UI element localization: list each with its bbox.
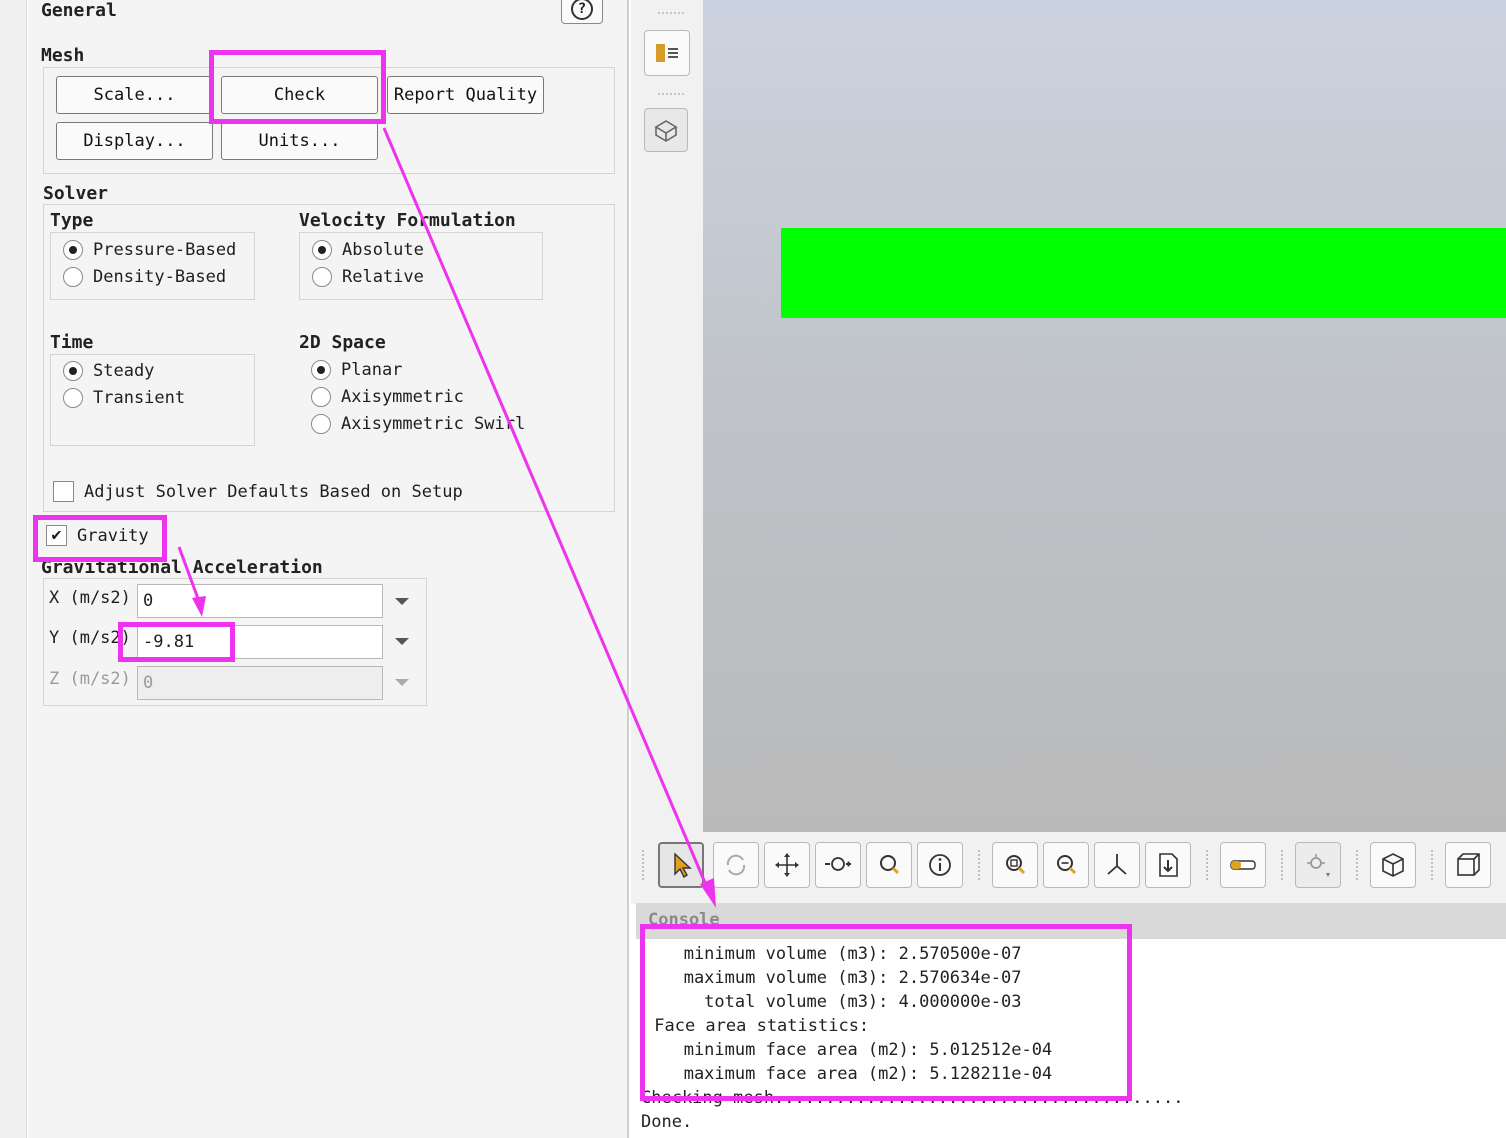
radio-steady[interactable]: Steady: [63, 361, 154, 381]
radio-label: Pressure-Based: [93, 240, 237, 260]
select-button[interactable]: [658, 842, 704, 888]
toolbar-grip: [1356, 850, 1360, 880]
toolbar-grip: [1281, 850, 1285, 880]
mesh-title: Mesh: [41, 45, 85, 66]
radio-indicator[interactable]: [311, 360, 331, 380]
pan-icon: [775, 853, 799, 877]
toolbar-grip: [658, 12, 684, 18]
ruler-button[interactable]: [1220, 842, 1266, 888]
radio-indicator[interactable]: [63, 240, 83, 260]
z-accel-input: 0: [137, 666, 383, 700]
toolbar-grip: [642, 850, 646, 880]
zoom-box-button[interactable]: [1043, 842, 1089, 888]
radio-indicator[interactable]: [311, 387, 331, 407]
highlight-check-button: [209, 50, 386, 124]
highlight-console-output: [640, 924, 1132, 1101]
zoom-to-fit-icon: [1006, 855, 1026, 875]
time-label: Time: [50, 332, 94, 353]
radio-label: Density-Based: [93, 267, 227, 287]
zoom-box-icon: [1057, 855, 1077, 875]
mesh-display-button[interactable]: [644, 108, 688, 152]
radio-indicator[interactable]: [312, 267, 332, 287]
mesh-domain-shape: [781, 228, 1506, 318]
probe-info-icon: [929, 854, 951, 876]
radio-indicator[interactable]: [312, 240, 332, 260]
radio-label: Absolute: [342, 240, 424, 260]
y-accel-dropdown-icon[interactable]: [395, 638, 409, 645]
radio-label: Axisymmetric Swirl: [341, 414, 526, 434]
toolbar-grip: [1206, 850, 1210, 880]
select-arrow-icon: [674, 852, 692, 879]
radio-label: Relative: [342, 267, 424, 287]
x-accel-dropdown-icon[interactable]: [395, 598, 409, 605]
2d-space-label: 2D Space: [299, 332, 386, 353]
mesh-display-icon: [654, 120, 678, 142]
zoom-to-fit-button[interactable]: [992, 842, 1038, 888]
toolbar-grip: [658, 93, 684, 99]
save-picture-button[interactable]: [1145, 842, 1191, 888]
toolbar-grip: [978, 850, 982, 880]
radio-indicator[interactable]: [63, 388, 83, 408]
radio-indicator[interactable]: [63, 267, 83, 287]
ruler-icon: [1230, 860, 1256, 870]
console-line: Done.: [641, 1112, 693, 1132]
radio-density-based[interactable]: Density-Based: [63, 267, 226, 287]
z-accel-label: Z (m/s2): [49, 669, 131, 689]
radio-planar[interactable]: Planar: [311, 360, 402, 380]
units-button[interactable]: Units...: [221, 122, 378, 160]
scale-button[interactable]: Scale...: [56, 76, 213, 114]
pan-button[interactable]: [764, 842, 810, 888]
toggle-panel-button[interactable]: [644, 30, 690, 76]
radio-indicator[interactable]: [63, 361, 83, 381]
highlight-gravity: [33, 515, 167, 562]
radio-label: Axisymmetric: [341, 387, 464, 407]
help-button[interactable]: ?: [561, 0, 603, 24]
isometric-view-icon: [1382, 853, 1404, 877]
view-cube-icon: [1457, 853, 1480, 876]
radio-label: Planar: [341, 360, 403, 380]
radio-absolute[interactable]: Absolute: [312, 240, 424, 260]
lights-button[interactable]: [1295, 842, 1341, 888]
view-cube-button[interactable]: [1445, 842, 1491, 888]
zoom-icon: [880, 855, 900, 875]
zoom-button[interactable]: [866, 842, 912, 888]
radio-transient[interactable]: Transient: [63, 388, 185, 408]
radio-label: Transient: [93, 388, 186, 408]
checkbox-box[interactable]: [53, 481, 74, 502]
highlight-y-accel: [118, 622, 235, 662]
checkbox-label: Adjust Solver Defaults Based on Setup: [84, 481, 463, 502]
radio-relative[interactable]: Relative: [312, 267, 424, 287]
type-label: Type: [50, 210, 94, 231]
radio-indicator[interactable]: [311, 414, 331, 434]
panel-layout-icon: [656, 44, 678, 62]
axes-button[interactable]: [1094, 842, 1140, 888]
toolbar-grip: [1431, 850, 1435, 880]
lights-icon: [1307, 854, 1330, 877]
radio-axisymmetric[interactable]: Axisymmetric: [311, 387, 464, 407]
zoom-in-out-button[interactable]: [815, 842, 861, 888]
report-quality-button[interactable]: Report Quality: [387, 76, 544, 114]
left-edge-strip: [0, 0, 27, 1138]
rotate-button[interactable]: [713, 842, 759, 888]
adjust-solver-defaults-checkbox[interactable]: Adjust Solver Defaults Based on Setup: [53, 481, 463, 502]
probe-button[interactable]: [917, 842, 963, 888]
radio-label: Steady: [93, 361, 155, 381]
x-accel-label: X (m/s2): [49, 588, 131, 608]
axes-icon: [1107, 854, 1127, 875]
x-accel-input[interactable]: 0: [137, 584, 383, 618]
velocity-formulation-label: Velocity Formulation: [299, 210, 516, 231]
z-accel-dropdown-icon: [395, 679, 409, 686]
radio-axisymmetric-swirl[interactable]: Axisymmetric Swirl: [311, 414, 525, 434]
solver-title: Solver: [43, 183, 109, 204]
help-icon: ?: [571, 0, 593, 20]
graphics-viewport[interactable]: [703, 0, 1506, 832]
general-title: General: [41, 0, 117, 21]
save-picture-icon: [1159, 853, 1178, 877]
rotate-icon: [726, 854, 746, 876]
zoom-in-out-icon: [825, 857, 851, 871]
display-button[interactable]: Display...: [56, 122, 213, 160]
radio-pressure-based[interactable]: Pressure-Based: [63, 240, 236, 260]
isometric-view-button[interactable]: [1370, 842, 1416, 888]
